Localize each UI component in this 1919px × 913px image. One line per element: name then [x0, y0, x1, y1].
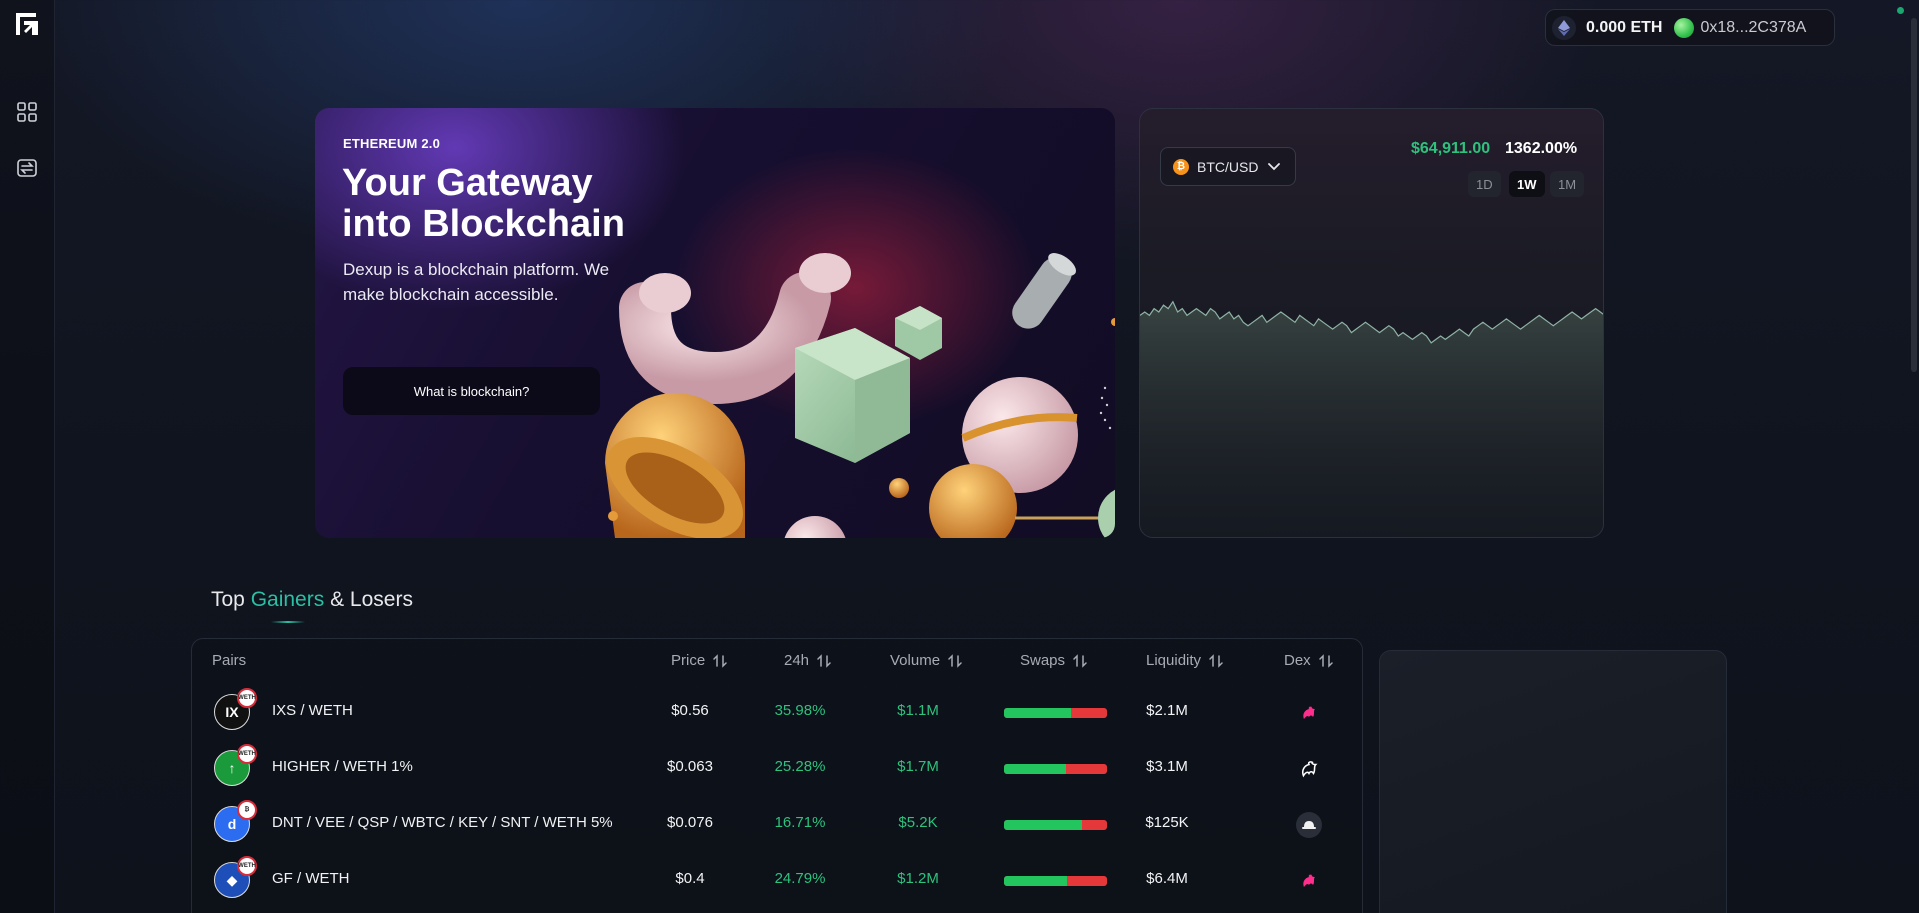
swaps-ratio-bar	[1004, 820, 1107, 830]
swaps-buy-fill	[1004, 820, 1083, 830]
header-pairs-label: Pairs	[212, 652, 247, 669]
pair-name: GF / WETH	[272, 870, 350, 887]
dex-icon[interactable]	[1296, 700, 1322, 726]
dashboard-icon[interactable]	[16, 101, 38, 123]
pair-name: DNT / VEE / QSP / WBTC / KEY / SNT / WET…	[272, 814, 613, 831]
pair-change-24h: 25.28%	[774, 758, 826, 775]
timeframe-1d[interactable]: 1D	[1468, 171, 1501, 197]
current-price: $64,911.00	[1411, 140, 1491, 157]
pair-change-24h: 16.71%	[774, 814, 826, 831]
section-title-pre: Top	[211, 588, 251, 611]
pair-liquidity: $125K	[1145, 814, 1189, 831]
sort-icon	[713, 653, 727, 668]
bitcoin-icon: ₿	[1173, 158, 1189, 175]
pair-volume: $1.2M	[897, 870, 939, 887]
swap-icon[interactable]	[16, 157, 38, 179]
side-panel	[1379, 650, 1727, 913]
price-area	[1140, 301, 1603, 537]
dex-icon[interactable]	[1296, 756, 1322, 782]
chevron-down-icon	[1268, 162, 1281, 170]
table-row[interactable]: d ₿ DNT / VEE / QSP / WBTC / KEY / SNT /…	[192, 796, 1362, 852]
swaps-ratio-bar	[1004, 708, 1107, 718]
gainers-losers-table: Pairs Price 24h Volume Swaps Liquidity D…	[191, 638, 1363, 913]
header-volume-label: Volume	[890, 652, 941, 669]
pair-name: HIGHER / WETH 1%	[272, 758, 413, 775]
header-liquidity-label: Liquidity	[1146, 652, 1202, 669]
swaps-ratio-bar	[1004, 764, 1107, 774]
what-is-blockchain-button[interactable]: What is blockchain?	[343, 367, 600, 415]
sort-icon	[948, 653, 962, 668]
header-volume[interactable]: Volume	[890, 652, 962, 669]
hero-eyebrow: ETHEREUM 2.0	[343, 136, 441, 151]
pair-change-24h: 24.79%	[774, 870, 826, 887]
swaps-ratio-bar	[1004, 876, 1107, 886]
pair-volume: $1.7M	[897, 758, 939, 775]
swaps-buy-fill	[1004, 764, 1066, 774]
pair-price: $0.076	[667, 814, 713, 831]
app-logo-icon[interactable]	[14, 11, 40, 37]
status-dot	[1897, 7, 1904, 14]
sort-icon	[817, 653, 831, 668]
hero-banner: ETHEREUM 2.0 Your Gateway into Blockchai…	[315, 108, 1115, 538]
pair-name: IXS / WETH	[272, 702, 353, 719]
swaps-buy-fill	[1004, 708, 1071, 718]
section-title-post: & Losers	[324, 588, 413, 611]
header-24h[interactable]: 24h	[784, 652, 831, 669]
price-change: 1362.00%	[1505, 140, 1578, 157]
eth-balance: 0.000 ETH	[1586, 18, 1663, 36]
quote-token-badge: WETH	[237, 744, 257, 764]
timeframe-1w[interactable]: 1W	[1509, 171, 1545, 197]
pair-price: $0.063	[667, 758, 713, 775]
pair-liquidity: $6.4M	[1146, 870, 1188, 887]
wallet-address: 0x18...2C378A	[1700, 18, 1807, 36]
hero-title: Your Gateway into Blockchain	[342, 162, 625, 245]
pair-liquidity: $3.1M	[1146, 758, 1188, 775]
quote-token-badge: ₿	[237, 800, 257, 820]
header-swaps[interactable]: Swaps	[1020, 652, 1087, 669]
pair-volume: $5.2K	[898, 814, 938, 831]
section-title-underline	[271, 621, 305, 623]
wallet-address-button[interactable]: 0x18...2C378A	[1674, 17, 1807, 38]
dex-icon[interactable]	[1296, 812, 1322, 838]
pair-liquidity: $2.1M	[1146, 702, 1188, 719]
section-title: Top Gainers & Losers	[211, 588, 413, 612]
quote-token-badge: WETH	[237, 688, 257, 708]
sort-icon	[1318, 653, 1333, 668]
sort-icon	[1209, 653, 1223, 668]
pair-price: $0.4	[675, 870, 705, 887]
ethereum-icon	[1552, 15, 1576, 40]
timeframe-1m[interactable]: 1M	[1550, 171, 1585, 197]
hero-subtitle: Dexup is a blockchain platform. We make …	[343, 260, 610, 304]
header-liquidity[interactable]: Liquidity	[1146, 652, 1223, 669]
quote-token-badge: WETH	[237, 856, 257, 876]
header-dex[interactable]: Dex	[1284, 652, 1333, 669]
header-24h-label: 24h	[784, 652, 810, 669]
header-price-label: Price	[671, 652, 706, 669]
table-row[interactable]: IX WETH IXS / WETH $0.56 35.98% $1.1M $2…	[192, 684, 1362, 740]
pair-label: BTC/USD	[1197, 158, 1259, 175]
section-title-accent: Gainers	[250, 588, 325, 611]
swaps-buy-fill	[1004, 876, 1067, 886]
table-row[interactable]: ◆ WETH GF / WETH $0.4 24.79% $1.2M $6.4M	[192, 852, 1362, 908]
pair-volume: $1.1M	[897, 702, 939, 719]
header-pairs: Pairs	[212, 652, 246, 669]
header-dex-label: Dex	[1284, 652, 1311, 669]
pair-price: $0.56	[671, 702, 709, 719]
table-row[interactable]: ↑ WETH HIGHER / WETH 1% $0.063 25.28% $1…	[192, 740, 1362, 796]
header-swaps-label: Swaps	[1020, 652, 1066, 669]
sidebar	[0, 0, 55, 913]
wallet-avatar	[1674, 17, 1695, 38]
price-chart-card: ₿ BTC/USD $64,911.00 1362.00% 1D 1W 1M	[1139, 108, 1604, 538]
sort-icon	[1073, 653, 1087, 668]
pair-change-24h: 35.98%	[774, 702, 826, 719]
header-price[interactable]: Price	[671, 652, 727, 669]
page-scrollbar[interactable]	[1911, 18, 1917, 372]
dex-icon[interactable]	[1296, 868, 1322, 894]
wallet-widget: 0.000 ETH 0x18...2C378A	[1545, 9, 1835, 46]
pair-selector[interactable]: ₿ BTC/USD	[1160, 147, 1296, 186]
